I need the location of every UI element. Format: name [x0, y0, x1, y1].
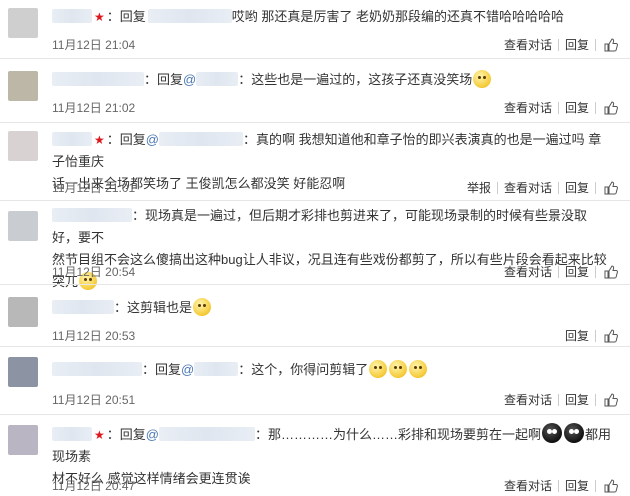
- like-button[interactable]: [596, 328, 618, 343]
- comment-text: ：回复@ ：这些也是一遍过的，这孩子还真没笑场: [52, 69, 612, 91]
- mention-redacted[interactable]: [147, 9, 232, 23]
- comment-actions: 查看对话 回复: [498, 36, 618, 53]
- thumbs-up-icon: [604, 264, 618, 278]
- comment-actions: 举报 查看对话 回复: [461, 179, 618, 196]
- reply-link[interactable]: 回复: [559, 263, 595, 280]
- thumbs-up-icon: [604, 478, 618, 492]
- avatar[interactable]: [8, 71, 38, 101]
- comment-actions: 查看对话 回复: [498, 477, 618, 494]
- reply-link[interactable]: 回复: [559, 36, 595, 53]
- mention-at[interactable]: @: [181, 362, 194, 377]
- dizzy-emoji-icon: [369, 360, 388, 378]
- avatar[interactable]: [8, 297, 38, 327]
- comment-body-line1a: 那…………为什么……彩排和现场要剪在一起啊: [268, 427, 542, 442]
- black-face-emoji-icon: [564, 423, 585, 443]
- mention-at[interactable]: @: [146, 427, 159, 442]
- avatar[interactable]: [8, 357, 38, 387]
- like-button[interactable]: [596, 478, 618, 493]
- reply-link[interactable]: 回复: [559, 179, 595, 196]
- thumbs-up-icon: [604, 392, 618, 406]
- black-face-emoji-icon: [542, 423, 563, 443]
- username-redacted[interactable]: [52, 9, 92, 23]
- comment-item: ★ ：回复 哎哟 那还真是厉害了 老奶奶那段编的还真不错哈哈哈哈哈 11月12日 2…: [0, 0, 630, 58]
- like-button[interactable]: [596, 392, 618, 407]
- mention-redacted[interactable]: [196, 72, 239, 86]
- comment-time: 11月12日 20:47: [52, 479, 136, 493]
- reply-keyword[interactable]: 回复: [157, 72, 183, 87]
- username-redacted[interactable]: [52, 427, 92, 441]
- comment-body: 这剪辑也是: [127, 300, 193, 315]
- reply-keyword[interactable]: 回复: [155, 362, 181, 377]
- view-dialog-link[interactable]: 查看对话: [498, 179, 558, 196]
- comment-body: 这些也是一遍过的，这孩子还真没笑场: [251, 72, 473, 87]
- dizzy-emoji-icon: [389, 360, 408, 378]
- comment-actions: 查看对话 回复: [498, 391, 618, 408]
- comment-text: ★ ：回复 哎哟 那还真是厉害了 老奶奶那段编的还真不错哈哈哈哈哈: [52, 6, 612, 28]
- comment-text: ：回复@ ：这个，你得问剪辑了: [52, 359, 612, 381]
- reply-keyword[interactable]: 回复: [120, 132, 146, 147]
- avatar[interactable]: [8, 211, 38, 241]
- username-redacted[interactable]: [52, 208, 132, 222]
- annoyed-emoji-icon: [193, 298, 212, 316]
- comment-text: ：这剪辑也是: [52, 297, 612, 319]
- like-button[interactable]: [596, 264, 618, 279]
- comment-item: ：回复@ ：这个，你得问剪辑了 11月12日 20:51 查看对话 回复: [0, 346, 630, 415]
- view-dialog-link[interactable]: 查看对话: [498, 99, 558, 116]
- comment-body: 哎哟 那还真是厉害了 老奶奶那段编的还真不错哈哈哈哈哈: [231, 9, 565, 24]
- view-dialog-link[interactable]: 查看对话: [498, 263, 558, 280]
- view-dialog-link[interactable]: 查看对话: [498, 36, 558, 53]
- view-dialog-link[interactable]: 查看对话: [498, 391, 558, 408]
- vip-star-icon: ★: [94, 10, 105, 24]
- vip-star-icon: ★: [94, 428, 105, 442]
- mention-at[interactable]: @: [183, 72, 196, 87]
- mention-redacted[interactable]: [194, 362, 239, 376]
- dizzy-emoji-icon: [409, 360, 428, 378]
- username-redacted[interactable]: [52, 300, 114, 314]
- mention-redacted[interactable]: [159, 427, 255, 441]
- comment-list: ★ ：回复 哎哟 那还真是厉害了 老奶奶那段编的还真不错哈哈哈哈哈 11月12日 2…: [0, 0, 630, 495]
- like-button[interactable]: [596, 180, 618, 195]
- reply-keyword[interactable]: 回复: [120, 9, 146, 24]
- mention-redacted[interactable]: [159, 132, 243, 146]
- avatar[interactable]: [8, 131, 38, 161]
- thumbs-up-icon: [604, 100, 618, 114]
- comment-time: 11月12日 20:54: [52, 265, 136, 279]
- mention-at[interactable]: @: [146, 132, 159, 147]
- username-redacted[interactable]: [52, 362, 142, 376]
- comment-item: ★ ：回复@ ：真的啊 我想知道他和章子怡的即兴表演真的也是一遍过吗 章子怡重庆 话…: [0, 122, 630, 201]
- vip-star-icon: ★: [94, 133, 105, 147]
- comment-body: 这个，你得问剪辑了: [251, 362, 369, 377]
- username-redacted[interactable]: [52, 132, 92, 146]
- comment-item: ★ ：回复@ ：那…………为什么……彩排和现场要剪在一起啊 都用现场素 材不好么 感觉…: [0, 414, 630, 496]
- comment-time: 11月12日 21:01: [52, 181, 136, 195]
- like-button[interactable]: [596, 100, 618, 115]
- avatar[interactable]: [8, 425, 38, 455]
- comment-time: 11月12日 21:04: [52, 38, 136, 52]
- laughing-emoji-icon: [473, 70, 492, 88]
- report-link[interactable]: 举报: [461, 179, 497, 196]
- comment-actions: 查看对话 回复: [498, 99, 618, 116]
- thumbs-up-icon: [604, 328, 618, 342]
- username-redacted[interactable]: [52, 72, 144, 86]
- reply-link[interactable]: 回复: [559, 477, 595, 494]
- reply-link[interactable]: 回复: [559, 99, 595, 116]
- reply-link[interactable]: 回复: [559, 391, 595, 408]
- thumbs-up-icon: [604, 37, 618, 51]
- comment-time: 11月12日 21:02: [52, 101, 136, 115]
- comment-item: ：这剪辑也是 11月12日 20:53 回复: [0, 284, 630, 347]
- comment-item: ：现场真是一遍过，但后期才彩排也剪进来了，可能现场录制的时候有些景没取好，要不 …: [0, 200, 630, 290]
- reply-link[interactable]: 回复: [559, 327, 595, 344]
- reply-keyword[interactable]: 回复: [120, 427, 146, 442]
- comment-time: 11月12日 20:51: [52, 393, 136, 407]
- thumbs-up-icon: [604, 180, 618, 194]
- comment-time: 11月12日 20:53: [52, 329, 136, 343]
- avatar[interactable]: [8, 8, 38, 38]
- comment-actions: 回复: [559, 327, 618, 344]
- comment-item: ：回复@ ：这些也是一遍过的，这孩子还真没笑场 11月12日 21:02 查看对话…: [0, 58, 630, 123]
- like-button[interactable]: [596, 37, 618, 52]
- view-dialog-link[interactable]: 查看对话: [498, 477, 558, 494]
- comment-actions: 查看对话 回复: [498, 263, 618, 280]
